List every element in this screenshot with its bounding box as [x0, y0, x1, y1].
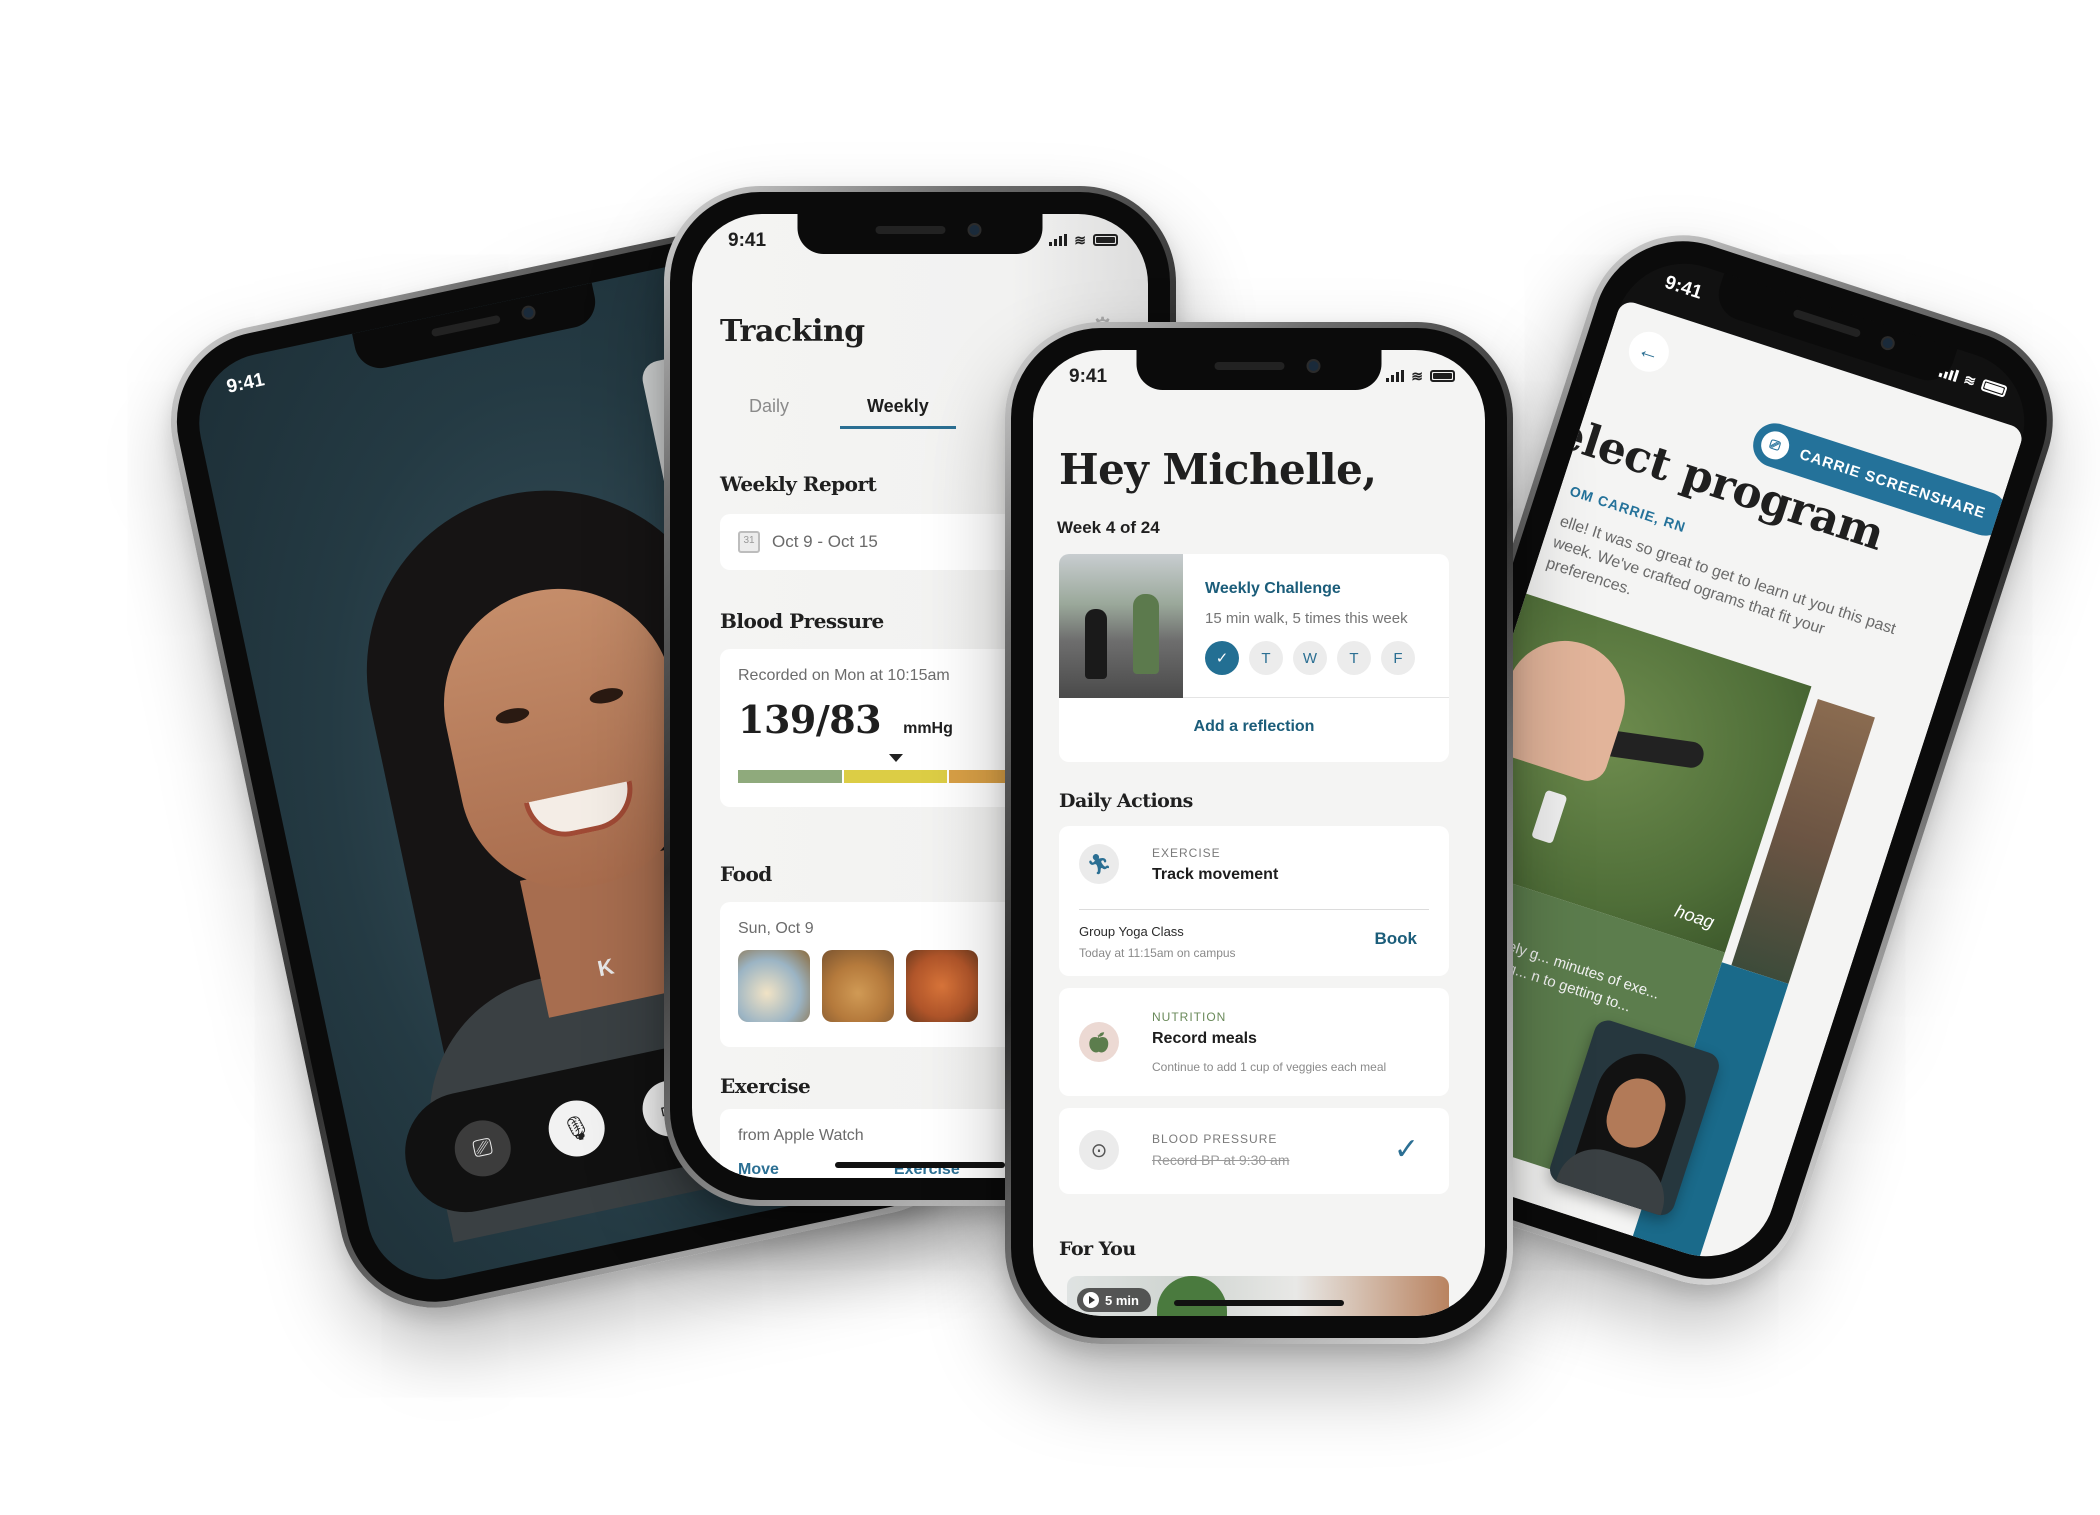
divider	[1079, 909, 1429, 910]
food-heading: Food	[720, 862, 772, 886]
date-range: Oct 9 - Oct 15	[772, 532, 878, 551]
for-you-heading: For You	[1059, 1238, 1136, 1260]
bp-cuff-icon: ⊙	[1079, 1130, 1119, 1170]
food-photo-pasta[interactable]	[906, 950, 978, 1022]
challenge-days: ✓ T W T F	[1205, 641, 1415, 675]
screenshare-button[interactable]: ⎚	[449, 1115, 516, 1182]
completed-check-icon: ✓	[1393, 1133, 1419, 1166]
tab-weekly[interactable]: Weekly	[867, 396, 929, 417]
signal-icon	[1386, 370, 1405, 382]
wifi-icon: ≋	[1961, 370, 1978, 390]
status-bar: 9:41 ≋	[692, 228, 1148, 258]
microphone-icon: 🎙︎	[558, 1112, 595, 1145]
bp-unit: mmHg	[903, 720, 953, 737]
home-phone: 9:41 ≋ Hey Michelle, Week 4 of 24 Weekly…	[1005, 322, 1513, 1344]
bp-scale-segment	[738, 770, 842, 783]
class-name: Group Yoga Class	[1079, 924, 1184, 939]
status-bar: 9:41 ≋	[1033, 364, 1485, 394]
challenge-day[interactable]: T	[1337, 641, 1371, 675]
challenge-day[interactable]: F	[1381, 641, 1415, 675]
challenge-description: 15 min walk, 5 times this week	[1205, 610, 1408, 627]
class-time: Today at 11:15am on campus	[1079, 946, 1236, 960]
bp-marker	[888, 754, 903, 762]
tab-daily[interactable]: Daily	[749, 396, 789, 417]
challenge-photo	[1059, 554, 1183, 698]
challenge-day[interactable]: W	[1293, 641, 1327, 675]
exercise-heading: Exercise	[720, 1074, 811, 1098]
signal-icon	[1938, 365, 1960, 383]
weekly-report-heading: Weekly Report	[720, 472, 877, 496]
check-icon: ✓	[1215, 650, 1229, 667]
food-photo-burgers[interactable]	[822, 950, 894, 1022]
challenge-day[interactable]: T	[1249, 641, 1283, 675]
status-time: 9:41	[1662, 271, 1705, 304]
daily-actions-heading: Daily Actions	[1059, 790, 1193, 812]
for-you-video-card[interactable]: 5 min	[1067, 1276, 1449, 1316]
bp-scale-segment	[843, 770, 947, 783]
blood-pressure-heading: Blood Pressure	[720, 609, 884, 633]
action-card-blood-pressure[interactable]: ⊙ BLOOD PRESSURE Record BP at 9:30 am ✓	[1059, 1108, 1449, 1194]
veggies-icon: 🍎︎	[1079, 1022, 1119, 1062]
challenge-day[interactable]: ✓	[1205, 641, 1239, 675]
active-tab-indicator	[840, 426, 956, 429]
greeting: Hey Michelle,	[1059, 445, 1377, 494]
battery-icon	[1093, 234, 1118, 246]
weekly-challenge-card[interactable]: Weekly Challenge 15 min walk, 5 times th…	[1059, 554, 1449, 762]
cast-icon: ⎚	[1757, 427, 1794, 464]
signal-icon	[1049, 234, 1068, 246]
action-card-nutrition[interactable]: 🍎︎ NUTRITION Record meals Continue to ad…	[1059, 988, 1449, 1096]
home-screen: 9:41 ≋ Hey Michelle, Week 4 of 24 Weekly…	[1033, 350, 1485, 1316]
battery-icon	[1980, 378, 2008, 398]
divider	[1183, 697, 1449, 698]
status-time: 9:41	[1069, 366, 1108, 387]
program-week: Week 4 of 24	[1057, 518, 1160, 537]
book-button[interactable]: Book	[1375, 929, 1418, 949]
wifi-icon: ≋	[1411, 368, 1423, 384]
status-time: 9:41	[224, 369, 267, 398]
status-time: 9:41	[728, 230, 767, 251]
arrow-left-icon: ←	[1634, 336, 1664, 367]
food-photo-breakfast[interactable]	[738, 950, 810, 1022]
home-indicator[interactable]	[835, 1162, 1005, 1168]
cast-icon: ⎚	[470, 1132, 495, 1164]
video-duration-badge: 5 min	[1077, 1288, 1151, 1312]
wifi-icon: ≋	[1074, 232, 1086, 248]
move-metric: Move 286 cal	[738, 1161, 779, 1178]
add-reflection-button[interactable]: Add a reflection	[1059, 718, 1449, 736]
hoag-logo: hoag	[1672, 900, 1717, 933]
mute-button[interactable]: 🎙︎	[543, 1095, 610, 1162]
challenge-title: Weekly Challenge	[1205, 580, 1341, 597]
home-indicator[interactable]	[1174, 1300, 1344, 1306]
bp-value: 139/83	[738, 697, 882, 742]
battery-icon	[1430, 370, 1455, 382]
action-card-exercise[interactable]: 🏃︎ EXERCISE Track movement Group Yoga Cl…	[1059, 826, 1449, 976]
back-button[interactable]: ←	[1623, 326, 1675, 377]
calendar-icon: 31	[738, 531, 760, 553]
phone-bezel: 9:41 ≋ Hey Michelle, Week 4 of 24 Weekly…	[1011, 328, 1507, 1338]
play-icon	[1083, 1292, 1099, 1308]
running-icon: 🏃︎	[1079, 844, 1119, 884]
page-title: Tracking	[720, 314, 865, 349]
